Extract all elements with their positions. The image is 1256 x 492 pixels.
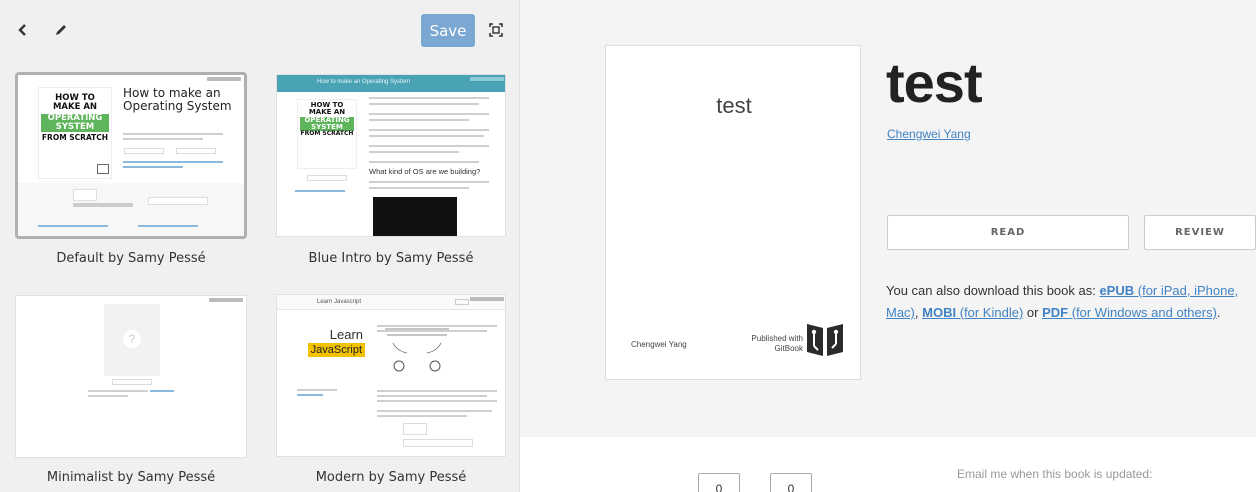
pdf-label: PDF [1042,305,1069,320]
mobi-label: MOBI [922,305,957,320]
period: . [1216,305,1221,320]
preview-cover: Learn JavaScript [297,317,365,385]
preview-toolbar [209,298,243,302]
cover-line: FROM SCRATCH [300,130,354,138]
gitbook-logo-icon [805,320,845,358]
or-text: or [1023,305,1043,320]
preview-heading: How to make an Operating System [123,86,232,113]
chevron-left-icon[interactable] [12,19,34,41]
cover-javascript: JavaScript [307,343,365,357]
download-prefix: You can also download this book as: [886,283,1100,298]
pdf-link[interactable]: PDF (for Windows and others) [1042,305,1217,320]
theme-card-modern[interactable]: Learn Javascript Learn JavaScript [276,294,506,457]
cover-line: FROM SCRATCH [41,132,109,142]
preview-terminal [373,197,457,236]
theme-label-default: Default by Samy Pessé [56,251,206,266]
theme-card-default[interactable]: HOW TO MAKE AN OPERATING SYSTEM FROM SCR… [15,72,247,239]
mobi-note: (for Kindle) [956,305,1024,320]
preview-cover: HOW TO MAKE AN OPERATING SYSTEM FROM SCR… [297,99,357,169]
email-update-label: Email me when this book is updated: [957,467,1153,481]
mobi-link[interactable]: MOBI (for Kindle) [922,305,1023,320]
cover-author: Chengwei Yang [631,340,687,349]
expand-icon[interactable] [485,19,507,41]
preview-cover: ? [104,304,160,376]
cover-learn: Learn [329,327,363,342]
theme-label-minimalist: Minimalist by Samy Pessé [46,470,216,485]
read-button[interactable]: READ [887,215,1129,250]
author-link[interactable]: Chengwei Yang [887,127,971,141]
toolbar: Save [0,0,520,60]
cover-published: Published with GitBook [751,334,803,353]
preview-cover: HOW TO MAKE AN OPERATING SYSTEM FROM SCR… [38,87,112,179]
pencil-icon[interactable] [50,19,72,41]
preview-header: How to make an Operating System [277,75,505,92]
preview-toolbar [207,77,241,81]
preview-section-heading: What kind of OS are we building? [369,167,481,176]
theme-label-blue-intro: Blue Intro by Samy Pessé [308,251,474,266]
cover-line: MAKE AN [52,101,98,112]
theme-panel: Save HOW TO MAKE AN OPERATING SYSTEM FRO… [0,0,520,492]
save-button[interactable]: Save [421,14,475,47]
theme-card-blue-intro[interactable]: How to make an Operating System HOW TO M… [276,74,506,237]
preview-header: Learn Javascript [277,295,505,310]
theme-label-modern: Modern by Samy Pessé [315,470,467,485]
book-panel: test Chengwei Yang Published with GitBoo… [520,0,1256,492]
cover-title: test [716,93,752,118]
review-button[interactable]: REVIEW [1144,215,1256,250]
theme-card-minimalist[interactable]: ? [15,295,247,458]
counter-b[interactable]: 0 [770,473,812,492]
book-footer [520,437,1256,492]
counter-a[interactable]: 0 [698,473,740,492]
pdf-note: (for Windows and others) [1068,305,1217,320]
book-cover: test Chengwei Yang Published with GitBoo… [605,45,861,380]
epub-label: ePUB [1099,283,1135,298]
preview-header-text: How to make an Operating System [317,79,411,85]
download-text: You can also download this book as: ePUB… [886,280,1256,324]
book-title: test [886,51,983,114]
preview-header-text: Learn Javascript [317,299,362,305]
cover-line: SYSTEM [41,122,109,132]
question-icon: ? [123,330,141,348]
